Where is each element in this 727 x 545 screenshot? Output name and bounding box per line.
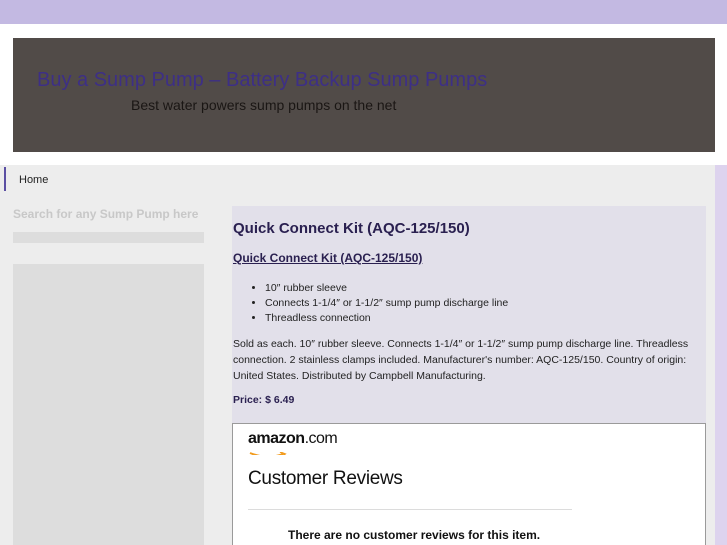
site-header: Buy a Sump Pump – Battery Backup Sump Pu… xyxy=(13,38,715,152)
nav-bar: Home xyxy=(4,167,714,191)
amazon-logo-bold: amazon xyxy=(248,430,305,447)
feature-list: 10″ rubber sleeve Connects 1-1/4″ or 1-1… xyxy=(233,281,706,326)
amazon-logo-suffix: .com xyxy=(304,430,338,447)
no-reviews-message: There are no customer reviews for this i… xyxy=(288,528,541,542)
list-item: Connects 1-1/4″ or 1-1/2″ sump pump disc… xyxy=(265,296,706,311)
customer-reviews-widget: amazon.com Customer Reviews There are no… xyxy=(232,423,706,545)
search-heading: Search for any Sump Pump here xyxy=(13,207,199,221)
nav-home-link[interactable]: Home xyxy=(19,174,48,186)
content-area: Home Search for any Sump Pump here Quick… xyxy=(0,165,715,545)
site-title-link[interactable]: Buy a Sump Pump – Battery Backup Sump Pu… xyxy=(37,69,487,92)
sidebar: Search for any Sump Pump here xyxy=(13,205,204,545)
post-title: Quick Connect Kit (AQC-125/150) xyxy=(233,220,470,237)
reviews-divider xyxy=(248,509,572,510)
nav-active-marker xyxy=(4,167,6,191)
product-link[interactable]: Quick Connect Kit (AQC-125/150) xyxy=(233,251,422,265)
amazon-logo: amazon.com xyxy=(248,430,338,448)
top-strip xyxy=(0,0,727,24)
amazon-smile-icon xyxy=(249,447,289,455)
main-content: Quick Connect Kit (AQC-125/150) Quick Co… xyxy=(232,206,706,545)
price-label: Price: $ 6.49 xyxy=(233,394,295,406)
list-item: 10″ rubber sleeve xyxy=(265,281,706,296)
product-description: Sold as each. 10″ rubber sleeve. Connect… xyxy=(233,338,689,382)
sidebar-panel xyxy=(13,264,204,545)
site-tagline: Best water powers sump pumps on the net xyxy=(131,97,397,113)
list-item: Threadless connection xyxy=(265,311,706,326)
reviews-heading: Customer Reviews xyxy=(248,468,403,489)
search-input[interactable] xyxy=(13,232,204,243)
